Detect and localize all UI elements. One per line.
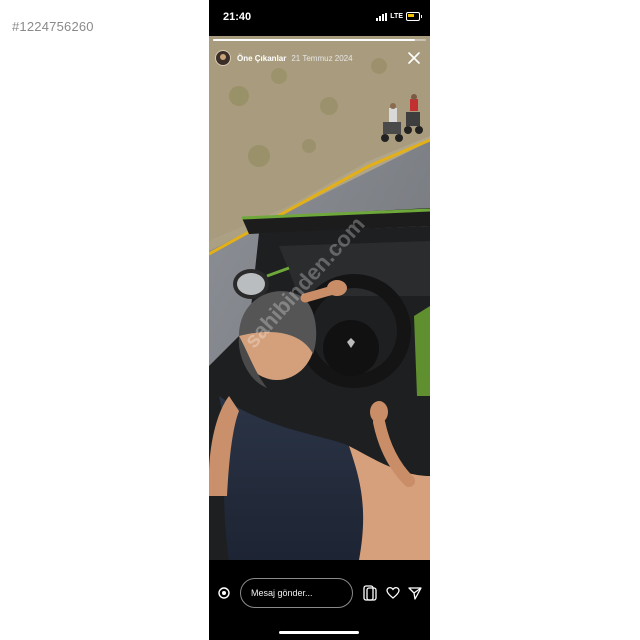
avatar[interactable] [215,50,231,66]
status-indicators: LTE [376,12,422,21]
status-bar: 21:40 LTE [209,0,430,36]
story-date: 21 Temmuz 2024 [291,53,353,63]
network-label: LTE [390,13,403,20]
send-icon[interactable] [408,586,422,600]
story-reply-bar: Mesaj gönder... [209,560,430,640]
listing-id: #1224756260 [12,19,94,34]
message-input[interactable]: Mesaj gönder... [240,578,353,608]
story-media[interactable]: sahibinden.com Öne Çıkanlar 21 Temmuz 20… [209,36,430,560]
story-photo [209,36,430,560]
phone-screenshot: 21:40 LTE sahibinden.com Öne Çıkanlar 21… [209,0,430,640]
camera-icon[interactable] [217,586,231,600]
home-indicator [279,631,359,634]
sticker-icon[interactable] [363,585,377,601]
battery-icon [406,12,422,21]
close-icon[interactable] [407,51,421,65]
status-time: 21:40 [223,11,252,23]
story-header: Öne Çıkanlar 21 Temmuz 2024 [215,48,425,68]
heart-icon[interactable] [386,586,400,600]
signal-icon [376,12,388,21]
story-progress-bar [213,39,426,41]
story-progress-fill [213,39,416,41]
story-author[interactable]: Öne Çıkanlar [237,54,286,63]
